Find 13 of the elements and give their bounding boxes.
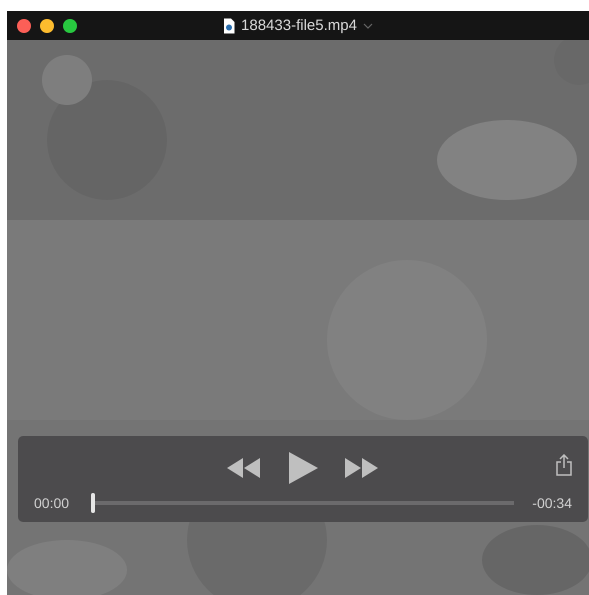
zoom-button[interactable] [63,18,77,32]
playhead-handle[interactable] [91,493,96,513]
minimize-button[interactable] [40,18,54,32]
chevron-icon[interactable] [362,22,373,28]
share-button[interactable] [556,454,572,476]
play-button[interactable] [287,452,319,484]
elapsed-time: 00:00 [34,495,70,511]
video-file-icon [223,18,236,34]
remaining-time: -00:34 [532,495,572,511]
rewind-button[interactable] [227,458,261,478]
window-title: 188433-file5.mp4 [241,17,357,34]
fast-forward-button[interactable] [345,458,379,478]
close-button[interactable] [17,18,31,32]
